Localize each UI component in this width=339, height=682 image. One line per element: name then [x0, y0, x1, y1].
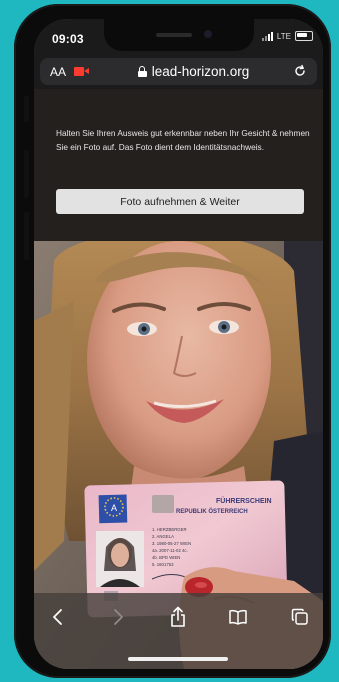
url-display[interactable]: lead-horizon.org — [90, 64, 297, 79]
instruction-text: Halten Sie Ihren Ausweis gut erkennbar n… — [56, 128, 310, 152]
volume-down-button — [24, 212, 29, 260]
back-button[interactable] — [46, 605, 70, 629]
status-time: 09:03 — [52, 32, 84, 46]
mute-switch — [24, 96, 29, 122]
take-photo-continue-button[interactable]: Foto aufnehmen & Weiter — [56, 189, 304, 214]
back-icon — [53, 609, 62, 625]
license-field-5: 4b. BPD WIEN — [152, 555, 180, 560]
notch — [104, 19, 254, 51]
lock-icon — [137, 66, 147, 77]
text-size-button[interactable]: AA — [50, 65, 68, 79]
camera-in-use-icon[interactable] — [74, 66, 90, 77]
license-country-code: A — [111, 503, 117, 513]
browser-toolbar — [34, 593, 323, 669]
forward-button[interactable] — [106, 605, 130, 629]
bookmarks-icon — [229, 609, 247, 625]
instruction-panel: Halten Sie Ihren Ausweis gut erkennbar n… — [34, 89, 323, 241]
url-field[interactable]: AA lead-horizon.org — [40, 58, 317, 85]
license-field-2: 2. ANGELA — [152, 534, 174, 539]
bookmarks-button[interactable] — [226, 605, 250, 629]
share-button[interactable] — [166, 605, 190, 629]
speaker-grille — [156, 33, 192, 37]
license-field-1: 1. HERZBERGER — [152, 527, 187, 532]
reload-icon[interactable] — [293, 64, 307, 78]
volume-up-button — [24, 150, 29, 198]
share-icon — [171, 606, 185, 627]
forward-icon — [114, 609, 123, 625]
battery-icon — [295, 31, 313, 41]
phone-screen: 09:03 LTE AA lead-horizon.org Halten Sie… — [34, 19, 323, 669]
signal-icon — [261, 31, 273, 41]
tabs-icon — [291, 608, 308, 625]
license-field-3: 3. 1980-05-27 WIEN — [152, 541, 191, 546]
tabs-button[interactable] — [288, 605, 312, 629]
network-label: LTE — [276, 31, 291, 41]
front-camera — [204, 30, 212, 38]
license-title: FÜHRERSCHEIN — [216, 496, 272, 505]
status-indicators: LTE — [261, 31, 313, 41]
url-text: lead-horizon.org — [151, 64, 250, 79]
address-bar: AA lead-horizon.org — [34, 55, 323, 89]
license-field-6: 5. 1601753 — [152, 562, 174, 567]
license-subtitle: REPUBLIK ÖSTERREICH — [176, 508, 248, 515]
home-indicator[interactable] — [128, 657, 228, 661]
license-field-4: 4a. 2007-11-02 4c. — [152, 548, 188, 553]
